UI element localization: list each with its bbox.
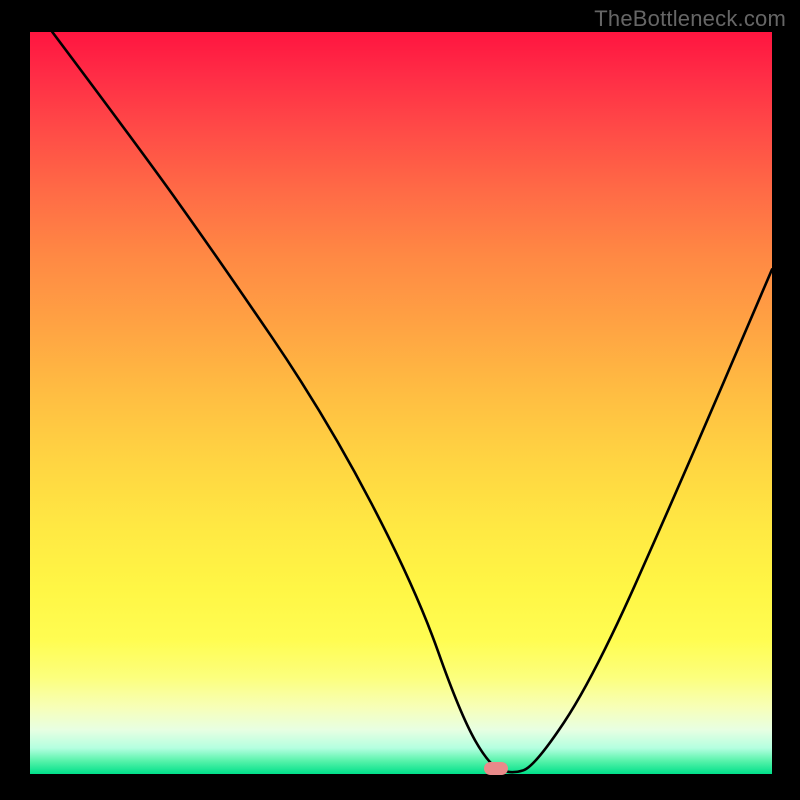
watermark-text: TheBottleneck.com bbox=[594, 6, 786, 32]
bottleneck-curve bbox=[30, 32, 772, 774]
minimum-marker bbox=[484, 762, 508, 775]
plot-area bbox=[30, 32, 772, 774]
chart-frame: TheBottleneck.com bbox=[0, 0, 800, 800]
